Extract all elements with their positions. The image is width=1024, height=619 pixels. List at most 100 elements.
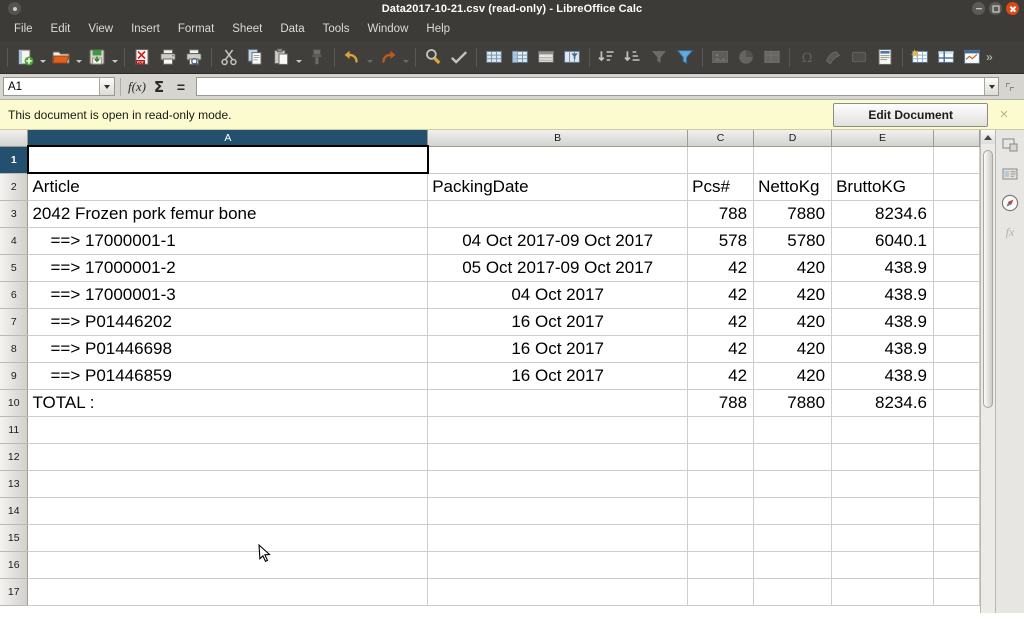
copy-icon[interactable] [242, 44, 268, 70]
menu-window[interactable]: Window [358, 20, 417, 38]
cell-a8[interactable]: ==> P01446698 [27, 335, 429, 363]
row-header[interactable]: 3 [0, 200, 29, 228]
paste-dropdown-arrow[interactable] [294, 44, 304, 70]
column-header-e[interactable]: E [831, 130, 935, 147]
menu-sheet[interactable]: Sheet [223, 20, 271, 38]
column-header-a[interactable]: A [27, 130, 429, 147]
sidebar-navigator-icon[interactable] [999, 192, 1021, 214]
row-header[interactable]: 15 [0, 524, 29, 552]
cell-a17[interactable] [27, 578, 429, 606]
cell-d10[interactable]: 7880 [753, 389, 833, 417]
print-preview-icon[interactable] [181, 44, 207, 70]
cell-f13[interactable] [933, 470, 980, 498]
show-draw-functions-icon[interactable] [959, 44, 985, 70]
row-header[interactable]: 8 [0, 335, 29, 363]
save-document-icon[interactable] [84, 44, 110, 70]
cut-icon[interactable] [216, 44, 242, 70]
menu-view[interactable]: View [79, 20, 122, 38]
cell-a13[interactable] [27, 470, 429, 498]
formula-icon[interactable]: = [170, 79, 192, 95]
cell-c11[interactable] [687, 416, 755, 444]
name-box-dropdown-icon[interactable] [99, 78, 114, 95]
cell-e6[interactable]: 438.9 [831, 281, 935, 309]
row-header[interactable]: 11 [0, 416, 29, 444]
clone-formatting-icon[interactable] [304, 44, 330, 70]
save-document-dropdown-arrow[interactable] [110, 44, 120, 70]
cell-e17[interactable] [831, 578, 935, 606]
cell-f15[interactable] [933, 524, 980, 552]
cell-f16[interactable] [933, 551, 980, 579]
cell-a7[interactable]: ==> P01446202 [27, 308, 429, 336]
cell-b16[interactable] [427, 551, 689, 579]
cell-c15[interactable] [687, 524, 755, 552]
freeze-rows-columns-icon[interactable] [907, 44, 933, 70]
cell-a5[interactable]: ==> 17000001-2 [27, 254, 429, 282]
cell-d9[interactable]: 420 [753, 362, 833, 390]
row-header[interactable]: 17 [0, 578, 29, 606]
cell-b7[interactable]: 16 Oct 2017 [427, 308, 689, 336]
menu-file[interactable]: File [5, 20, 42, 38]
sort-icon[interactable] [533, 44, 559, 70]
select-all-corner[interactable] [0, 130, 29, 147]
cell-d12[interactable] [753, 443, 833, 471]
cell-c1[interactable] [687, 146, 755, 174]
cell-b12[interactable] [427, 443, 689, 471]
scroll-up-button[interactable] [981, 130, 995, 144]
cell-d3[interactable]: 7880 [753, 200, 833, 228]
menu-help[interactable]: Help [417, 20, 459, 38]
row-icon[interactable] [481, 44, 507, 70]
sidebar-properties-icon[interactable] [999, 163, 1021, 185]
cell-b4[interactable]: 04 Oct 2017-09 Oct 2017 [427, 227, 689, 255]
cell-e14[interactable] [831, 497, 935, 525]
cell-b17[interactable] [427, 578, 689, 606]
headers-and-footers-icon[interactable] [872, 44, 898, 70]
insert-chart-icon[interactable] [733, 44, 759, 70]
paste-icon[interactable] [268, 44, 294, 70]
cell-d11[interactable] [753, 416, 833, 444]
row-header[interactable]: 5 [0, 254, 29, 282]
cell-d17[interactable] [753, 578, 833, 606]
autofilter-funnel-icon[interactable] [672, 44, 698, 70]
cell-b3[interactable] [427, 200, 689, 228]
cell-d8[interactable]: 420 [753, 335, 833, 363]
menu-edit[interactable]: Edit [42, 20, 80, 38]
vertical-scroll-thumb[interactable] [983, 150, 993, 408]
cell-c2[interactable]: Pcs# [687, 173, 755, 201]
cell-a3[interactable]: 2042 Frozen pork femur bone [27, 200, 429, 228]
cell-c13[interactable] [687, 470, 755, 498]
cell-e10[interactable]: 8234.6 [831, 389, 935, 417]
cell-d2[interactable]: NettoKg [753, 173, 833, 201]
edit-document-button[interactable]: Edit Document [833, 102, 988, 127]
row-header[interactable]: 2 [0, 173, 29, 201]
column-header-b[interactable]: B [427, 130, 689, 147]
vertical-scrollbar[interactable] [980, 130, 995, 613]
redo-icon[interactable] [375, 44, 401, 70]
cell-b2[interactable]: PackingDate [427, 173, 689, 201]
filter-icon[interactable] [646, 44, 672, 70]
sidebar-functions-icon[interactable]: fx [999, 221, 1021, 243]
cell-a2[interactable]: Article [27, 173, 429, 201]
cell-f9[interactable] [933, 362, 980, 390]
cell-f11[interactable] [933, 416, 980, 444]
cell-b9[interactable]: 16 Oct 2017 [427, 362, 689, 390]
cell-b15[interactable] [427, 524, 689, 552]
expand-formula-bar-icon[interactable] [984, 78, 998, 95]
cell-e4[interactable]: 6040.1 [831, 227, 935, 255]
row-header[interactable]: 4 [0, 227, 29, 255]
cell-a12[interactable] [27, 443, 429, 471]
cell-a11[interactable] [27, 416, 429, 444]
cell-f3[interactable] [933, 200, 980, 228]
cell-a1[interactable] [26, 145, 429, 174]
row-header[interactable]: 9 [0, 362, 29, 390]
column-icon[interactable] [507, 44, 533, 70]
window-menu-icon[interactable] [8, 2, 21, 15]
row-header[interactable]: 6 [0, 281, 29, 309]
cell-c5[interactable]: 42 [687, 254, 755, 282]
cell-c12[interactable] [687, 443, 755, 471]
cell-f12[interactable] [933, 443, 980, 471]
new-document-dropdown-arrow[interactable] [38, 44, 48, 70]
cell-b11[interactable] [427, 416, 689, 444]
cell-f10[interactable] [933, 389, 980, 417]
row-header[interactable]: 14 [0, 497, 29, 525]
cell-c14[interactable] [687, 497, 755, 525]
